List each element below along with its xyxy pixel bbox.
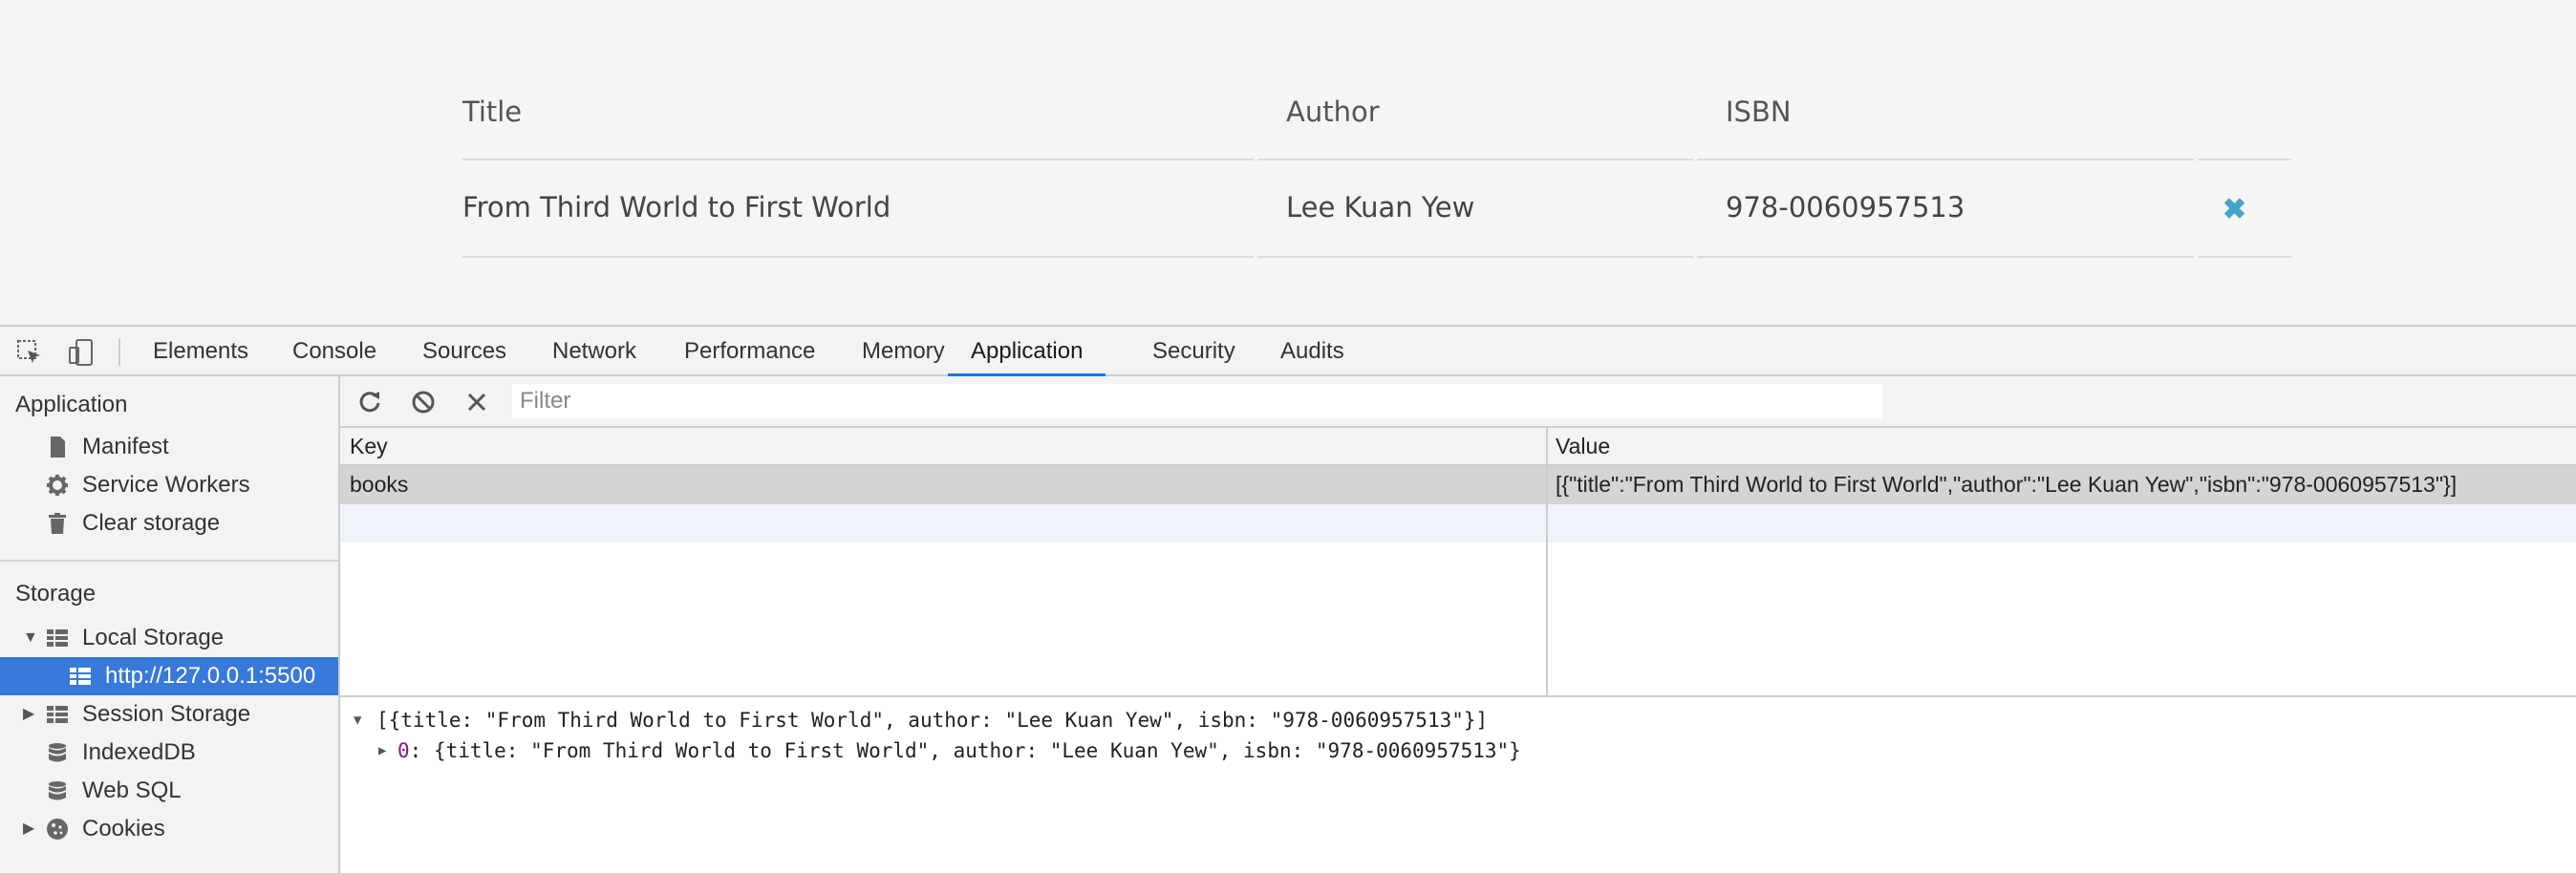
collapse-triangle-icon[interactable]: ▶ [378, 743, 386, 758]
preview-item-key: 0 [397, 739, 410, 762]
header-divider [2198, 159, 2291, 160]
tab-memory[interactable]: Memory [862, 327, 945, 376]
row-divider [462, 256, 1254, 258]
column-header-title: Title [462, 96, 523, 128]
devtools-tabbar: Elements Console Sources Network Perform… [0, 325, 2576, 376]
database-icon [49, 743, 66, 762]
sidebar-item-label: Local Storage [82, 625, 225, 650]
device-toolbar-icon[interactable] [67, 338, 96, 367]
filter-input[interactable] [512, 384, 1882, 418]
row-divider [1697, 256, 2194, 258]
header-divider [1697, 159, 2194, 160]
close-x-icon[interactable]: ✖ [2222, 193, 2246, 226]
document-icon [51, 436, 65, 458]
grid-column-divider[interactable] [1546, 428, 1548, 695]
book-title-cell: From Third World to First World [462, 191, 891, 224]
sidebar-item-label: Clear storage [82, 510, 221, 536]
header-divider [462, 159, 1254, 160]
tab-sources[interactable]: Sources [422, 327, 506, 376]
book-list-page: Title Author ISBN From Third World to Fi… [0, 0, 2576, 325]
sidebar-item-web-sql[interactable]: Web SQL [0, 772, 338, 810]
sidebar-item-cookies[interactable]: ▶ Cookies [0, 810, 338, 848]
column-header-isbn: ISBN [1726, 96, 1792, 128]
table-icon [47, 706, 68, 723]
row-divider [2198, 256, 2291, 258]
sidebar-item-local-storage[interactable]: ▼ Local Storage [0, 619, 338, 657]
cookie-icon [47, 819, 68, 840]
tab-performance[interactable]: Performance [684, 327, 815, 376]
devtools-panel: Elements Console Sources Network Perform… [0, 325, 2576, 873]
tab-application[interactable]: Application [948, 327, 1106, 376]
local-storage-view: Key Value books [{"title":"From Third Wo… [340, 376, 2576, 873]
sidebar-section-storage: Storage [15, 581, 97, 607]
preview-item-value: : {title: "From Third World to First Wor… [409, 739, 1521, 762]
tab-elements[interactable]: Elements [153, 327, 248, 376]
header-divider [1257, 159, 1693, 160]
sidebar-item-label: IndexedDB [82, 739, 196, 765]
tab-network[interactable]: Network [552, 327, 636, 376]
sidebar-item-manifest[interactable]: Manifest [0, 428, 338, 466]
expand-triangle-icon[interactable]: ▼ [23, 619, 38, 657]
book-author-cell: Lee Kuan Yew [1286, 191, 1475, 224]
tab-audits[interactable]: Audits [1280, 327, 1344, 376]
empty-table-row[interactable] [340, 504, 2576, 543]
sidebar-item-label: Service Workers [82, 472, 250, 498]
grid-cell-value[interactable]: [{"title":"From Third World to First Wor… [1556, 472, 2457, 498]
refresh-icon[interactable] [355, 388, 384, 416]
grid-header-value[interactable]: Value [1556, 434, 1610, 459]
value-preview: ▼ [{title: "From Third World to First Wo… [340, 699, 2576, 873]
application-sidebar: Application Manifest Service Workers Cle… [0, 376, 340, 873]
inspect-element-icon[interactable] [15, 338, 44, 367]
toolbar-divider [118, 339, 120, 366]
close-icon[interactable] [462, 388, 491, 416]
sidebar-item-indexeddb[interactable]: IndexedDB [0, 734, 338, 772]
preview-root-value[interactable]: [{title: "From Third World to First Worl… [376, 709, 1488, 732]
tab-security[interactable]: Security [1152, 327, 1235, 376]
grid-cell-key[interactable]: books [350, 472, 408, 498]
sidebar-section-application: Application [15, 392, 128, 417]
preview-item[interactable]: 0: {title: "From Third World to First Wo… [397, 739, 1521, 762]
trash-icon [49, 513, 66, 534]
block-icon[interactable] [409, 388, 438, 416]
sidebar-item-session-storage[interactable]: ▶ Session Storage [0, 695, 338, 734]
book-isbn-cell: 978-0060957513 [1726, 191, 1965, 224]
table-icon [47, 629, 68, 647]
tab-console[interactable]: Console [292, 327, 376, 376]
sidebar-item-clear-storage[interactable]: Clear storage [0, 504, 338, 543]
sidebar-item-service-workers[interactable]: Service Workers [0, 466, 338, 504]
expand-triangle-icon[interactable]: ▼ [354, 713, 361, 728]
column-header-author: Author [1286, 96, 1380, 128]
sidebar-item-label: Manifest [82, 434, 169, 459]
sidebar-item-label: Web SQL [82, 777, 182, 803]
sidebar-item-label: Cookies [82, 816, 165, 841]
sidebar-item-local-storage-origin[interactable]: http://127.0.0.1:5500 [0, 657, 338, 695]
grid-header: Key Value [340, 428, 2576, 466]
database-icon [49, 781, 66, 800]
table-icon [70, 668, 91, 685]
collapse-triangle-icon[interactable]: ▶ [23, 810, 34, 848]
collapse-triangle-icon[interactable]: ▶ [23, 695, 34, 734]
gear-icon [47, 475, 68, 496]
storage-toolbar [340, 376, 2576, 428]
table-row[interactable]: books [{"title":"From Third World to Fir… [340, 466, 2576, 504]
row-divider [1257, 256, 1693, 258]
sidebar-divider [0, 560, 338, 562]
sidebar-item-label: http://127.0.0.1:5500 [105, 663, 316, 689]
storage-data-grid: Key Value books [{"title":"From Third Wo… [340, 428, 2576, 697]
grid-header-key[interactable]: Key [350, 434, 388, 459]
sidebar-item-label: Session Storage [82, 701, 251, 727]
